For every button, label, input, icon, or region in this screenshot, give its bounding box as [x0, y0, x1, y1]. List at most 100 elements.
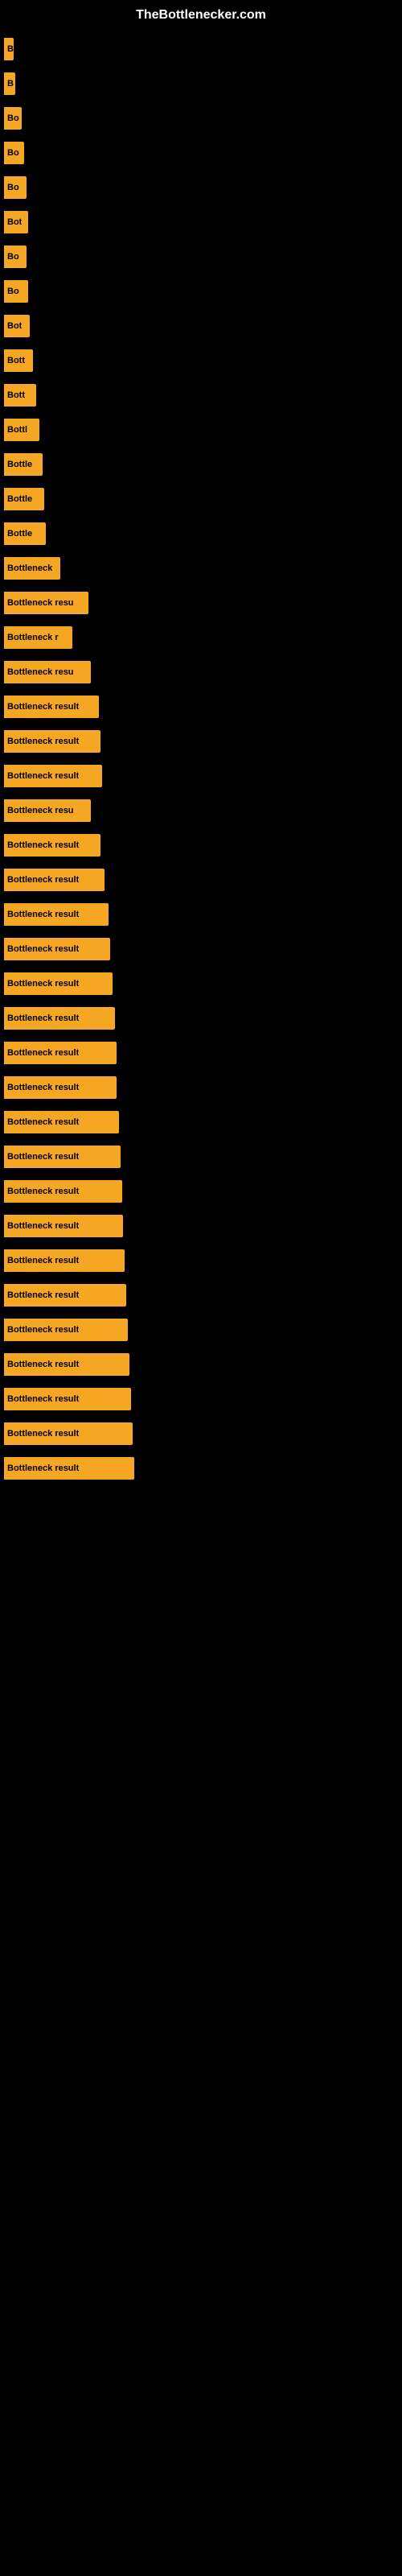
bar-label-13: Bottle — [7, 494, 32, 504]
bar-26: Bottleneck result — [4, 938, 110, 960]
page-container: TheBottlenecker.com B B Bo Bo Bo Bot Bo Bo Bot Bo… — [0, 0, 402, 2576]
bar-label-10: Bott — [7, 390, 25, 400]
bar-row: Bottleneck result — [4, 1108, 398, 1136]
bar-33: Bottleneck result — [4, 1180, 122, 1203]
bar-27: Bottleneck result — [4, 972, 113, 995]
bar-row: Bottleneck resu — [4, 796, 398, 824]
bar-3: Bo — [4, 142, 24, 164]
bar-25: Bottleneck result — [4, 903, 109, 926]
bar-label-19: Bottleneck result — [7, 702, 79, 712]
bar-row: Bo — [4, 277, 398, 305]
bar-7: Bo — [4, 280, 28, 303]
bar-row: Bottleneck resu — [4, 588, 398, 617]
bar-14: Bottle — [4, 522, 46, 545]
bar-row: Bottl — [4, 415, 398, 444]
bar-row: Bottle — [4, 450, 398, 478]
bar-label-30: Bottleneck result — [7, 1083, 79, 1092]
bar-label-25: Bottleneck result — [7, 910, 79, 919]
bar-row: Bo — [4, 173, 398, 201]
bar-row: Bottleneck result — [4, 969, 398, 997]
bar-label-15: Bottleneck — [7, 564, 52, 573]
bar-label-3: Bo — [7, 148, 19, 158]
bar-label-0: B — [7, 44, 14, 54]
bar-row: Bo — [4, 138, 398, 167]
bar-label-7: Bo — [7, 287, 19, 296]
bar-label-29: Bottleneck result — [7, 1048, 79, 1058]
bar-40: Bottleneck result — [4, 1422, 133, 1445]
bar-28: Bottleneck result — [4, 1007, 115, 1030]
bar-10: Bott — [4, 384, 36, 407]
bar-label-26: Bottleneck result — [7, 944, 79, 954]
bar-label-37: Bottleneck result — [7, 1325, 79, 1335]
bar-38: Bottleneck result — [4, 1353, 129, 1376]
bar-16: Bottleneck resu — [4, 592, 88, 614]
bar-1: B — [4, 72, 15, 95]
bar-35: Bottleneck result — [4, 1249, 125, 1272]
bar-row: Bottleneck result — [4, 692, 398, 720]
bar-label-2: Bo — [7, 114, 19, 123]
bar-label-27: Bottleneck result — [7, 979, 79, 989]
bar-37: Bottleneck result — [4, 1319, 128, 1341]
bar-6: Bo — [4, 246, 27, 268]
bar-label-40: Bottleneck result — [7, 1429, 79, 1439]
bar-label-28: Bottleneck result — [7, 1013, 79, 1023]
bar-19: Bottleneck result — [4, 696, 99, 718]
bar-label-8: Bot — [7, 321, 22, 331]
bar-label-18: Bottleneck resu — [7, 667, 74, 677]
bar-row: Bottleneck result — [4, 1004, 398, 1032]
bar-23: Bottleneck result — [4, 834, 100, 857]
bar-label-21: Bottleneck result — [7, 771, 79, 781]
bar-row: Bottleneck result — [4, 1419, 398, 1447]
bar-row: Bottleneck result — [4, 1142, 398, 1170]
bar-label-17: Bottleneck r — [7, 633, 59, 642]
bar-row: Bott — [4, 346, 398, 374]
bar-label-33: Bottleneck result — [7, 1187, 79, 1196]
bar-row: Bottleneck — [4, 554, 398, 582]
bar-label-6: Bo — [7, 252, 19, 262]
bar-4: Bo — [4, 176, 27, 199]
bar-label-20: Bottleneck result — [7, 737, 79, 746]
bar-label-23: Bottleneck result — [7, 840, 79, 850]
bar-label-16: Bottleneck resu — [7, 598, 74, 608]
bar-row: Bot — [4, 312, 398, 340]
bar-row: Bottleneck result — [4, 1073, 398, 1101]
bar-label-39: Bottleneck result — [7, 1394, 79, 1404]
bar-label-41: Bottleneck result — [7, 1463, 79, 1473]
bar-row: Bottleneck result — [4, 865, 398, 894]
bar-row: B — [4, 69, 398, 97]
bar-row: Bottleneck result — [4, 1177, 398, 1205]
bar-5: Bot — [4, 211, 28, 233]
bar-row: Bottleneck result — [4, 935, 398, 963]
bar-label-32: Bottleneck result — [7, 1152, 79, 1162]
bar-label-11: Bottl — [7, 425, 27, 435]
bar-32: Bottleneck result — [4, 1146, 121, 1168]
bar-8: Bot — [4, 315, 30, 337]
bar-row: Bottle — [4, 519, 398, 547]
bar-row: Bottleneck result — [4, 1038, 398, 1067]
bar-row: B — [4, 35, 398, 63]
bar-row: Bottleneck result — [4, 1315, 398, 1344]
bar-13: Bottle — [4, 488, 44, 510]
site-title: TheBottlenecker.com — [0, 0, 402, 27]
bar-row: Bottleneck result — [4, 762, 398, 790]
bar-label-24: Bottleneck result — [7, 875, 79, 885]
bar-label-9: Bott — [7, 356, 25, 365]
bar-41: Bottleneck result — [4, 1457, 134, 1480]
bar-label-34: Bottleneck result — [7, 1221, 79, 1231]
bar-24: Bottleneck result — [4, 869, 105, 891]
bar-row: Bottleneck result — [4, 1454, 398, 1482]
bar-0: B — [4, 38, 14, 60]
bar-2: Bo — [4, 107, 22, 130]
bar-label-35: Bottleneck result — [7, 1256, 79, 1265]
bar-row: Bottleneck resu — [4, 658, 398, 686]
bar-label-38: Bottleneck result — [7, 1360, 79, 1369]
bar-row: Bottleneck r — [4, 623, 398, 651]
bar-label-14: Bottle — [7, 529, 32, 539]
bar-row: Bottleneck result — [4, 1281, 398, 1309]
bar-36: Bottleneck result — [4, 1284, 126, 1307]
bar-row: Bot — [4, 208, 398, 236]
bar-39: Bottleneck result — [4, 1388, 131, 1410]
bar-11: Bottl — [4, 419, 39, 441]
bar-row: Bottleneck result — [4, 831, 398, 859]
bar-row: Bottleneck result — [4, 1350, 398, 1378]
